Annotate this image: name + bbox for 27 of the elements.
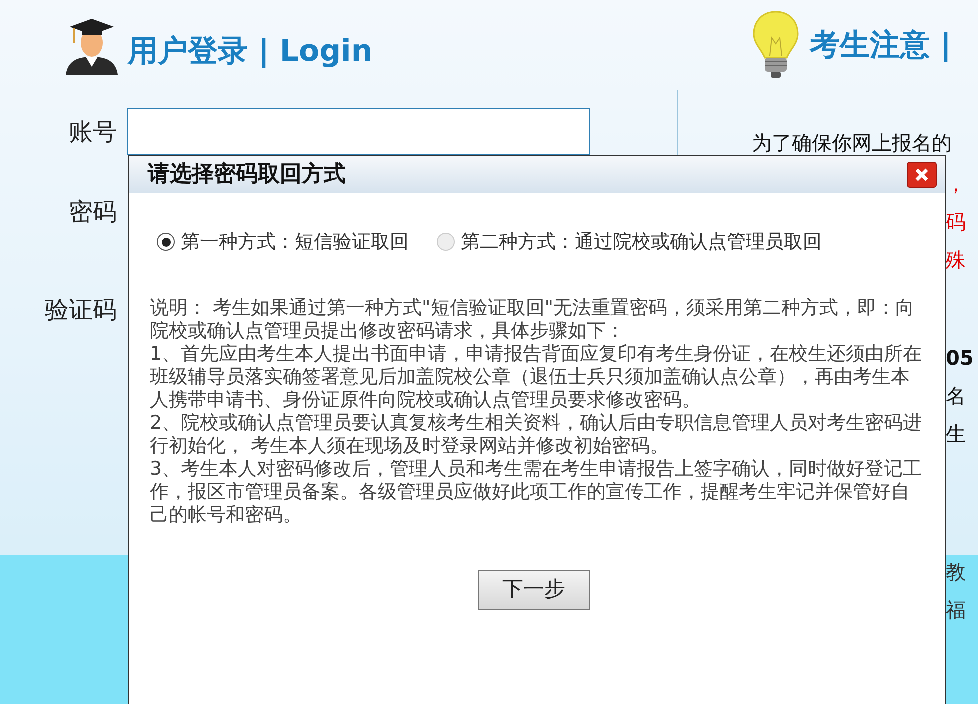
- instruction-paragraph: 3、考生本人对密码修改后，管理人员和考生需在考生申请报告上签字确认，同时做好登记工作，报区市管理员备案。各级管理员应做好此项工作的宣传工作，提醒考生牢记并保管好自己的帐号和密码。: [150, 458, 924, 526]
- light-bulb-icon: [752, 10, 800, 80]
- notice-heading: 考生注意 |: [810, 26, 952, 64]
- instruction-paragraph: 说明： 考生如果通过第一种方式"短信验证取回"无法重置密码，须采用第二种方式，即：向院校或确认点管理员提出修改密码请求，具体步骤如下：: [150, 296, 916, 342]
- notice-text: 为了确保你网上报名的: [752, 130, 953, 157]
- next-step-button[interactable]: 下一步: [478, 570, 590, 610]
- field-label: 验证码: [44, 294, 117, 326]
- login-heading: 用户登录 | Login: [128, 37, 373, 71]
- notice-text-fragment: 生: [946, 422, 967, 446]
- notice-text-fragment: 05: [946, 346, 975, 370]
- close-icon: [914, 166, 930, 182]
- close-button[interactable]: [907, 162, 937, 188]
- notice-text-fragment: 教: [946, 560, 967, 584]
- instruction-paragraph: 2、院校或确认点管理员要认真复核考生相关资料，确认后由专职信息管理人员对考生密码进行初始化， 考生本人须在现场及时登录网站并修改初始密码。: [150, 412, 924, 458]
- notice-text-fragment: 殊: [946, 248, 967, 272]
- notice-text-fragment: ，: [946, 172, 967, 196]
- recovery-option[interactable]: 第二种方式：通过院校或确认点管理员取回: [437, 228, 822, 256]
- notice-text-fragment: 福: [946, 598, 967, 622]
- dialog-title: 请选择密码取回方式: [148, 160, 346, 189]
- field-label: 账号: [68, 116, 117, 148]
- instruction-paragraph: 1、首先应由考生本人提出书面申请，申请报告背面应复印有考生身份证，在校生还须由所在班级辅导员落实确签署意见后加盖院校公章（退伍士兵只须加盖确认点公章），再由考生本人携带申请书、身份证原件向院校或确认点管理员要求修改密码。: [150, 342, 924, 412]
- notice-text-fragment: 码: [946, 210, 967, 234]
- recovery-option[interactable]: 第一种方式：短信验证取回: [157, 228, 409, 256]
- account-input[interactable]: [127, 108, 590, 155]
- field-label: 密码: [68, 196, 117, 228]
- notice-text-fragment: 名: [946, 384, 967, 408]
- radio-button[interactable]: [157, 233, 175, 252]
